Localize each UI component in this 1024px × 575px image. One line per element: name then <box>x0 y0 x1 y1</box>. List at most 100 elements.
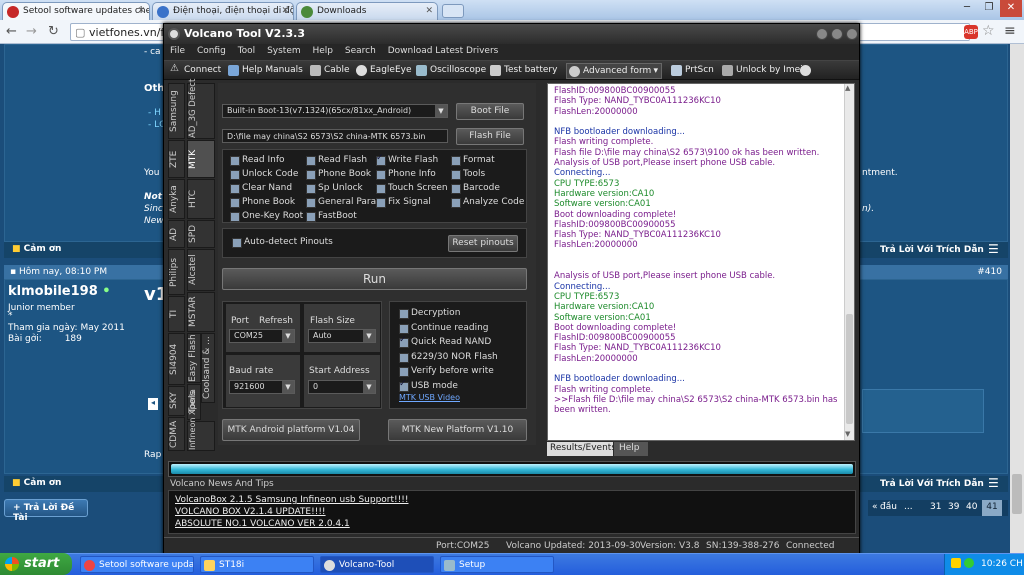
tab-philips[interactable]: Philips <box>168 249 185 295</box>
checkbox-read-info[interactable]: Read Info <box>230 155 285 166</box>
reply-quote-button[interactable]: Trả Lời Với Trích Dẫn <box>880 479 984 489</box>
thanks-button[interactable]: ■ Cảm ơn <box>12 478 61 488</box>
checkbox-read-flash[interactable]: Read Flash <box>306 155 367 166</box>
news-link[interactable]: VolcanoBox 2.1.5 Samsung Infineon usb Su… <box>169 494 855 506</box>
tab-coolsand[interactable]: Coolsand & ... <box>201 333 215 403</box>
menu-help[interactable]: Help <box>313 46 334 56</box>
mtk-usb-video-link[interactable]: MTK USB Video <box>399 393 460 402</box>
checkbox-general-para[interactable]: General Para. <box>306 197 379 208</box>
checkbox-barcode[interactable]: Barcode <box>451 183 500 194</box>
tab-results-events[interactable]: Results/Events <box>547 442 616 456</box>
browser-tab-dienthoai[interactable]: Điện thoại, điện thoại di động ✕ <box>152 2 294 20</box>
task-setup[interactable]: Setup <box>440 556 554 573</box>
tab-mstar[interactable]: MSTAR <box>187 292 215 332</box>
test-battery-button[interactable]: Test battery <box>488 63 560 79</box>
checkbox-format[interactable]: Format <box>451 155 495 166</box>
checkbox-analyze-code[interactable]: Analyze Code <box>451 197 524 208</box>
checkbox-fastboot[interactable]: FastBoot <box>306 211 357 222</box>
flash-file-button[interactable]: Flash File <box>456 128 524 145</box>
tab-cdma[interactable]: CDMA <box>168 417 185 451</box>
reload-icon[interactable]: ↻ <box>48 24 59 39</box>
tab-ad[interactable]: AD <box>168 220 185 248</box>
mtk-new-platform-button[interactable]: MTK New Platform V1.10 <box>388 419 527 441</box>
scroll-up-icon[interactable]: ▲ <box>845 84 850 92</box>
menu-system[interactable]: System <box>267 46 301 56</box>
scroll-thumb[interactable] <box>1012 474 1022 514</box>
results-log[interactable]: FlashID:009800BC00900055 Flash Type: NAND… <box>547 83 855 441</box>
thanks-button[interactable]: ■ Cảm ơn <box>12 244 61 254</box>
boot-file-button[interactable]: Boot File <box>456 103 524 120</box>
connect-button[interactable]: ⚠ Connect <box>168 63 224 79</box>
baud-select[interactable]: 921600 ▼ <box>229 380 295 394</box>
log-scrollbar[interactable]: ▲ ▼ <box>844 84 854 440</box>
back-icon[interactable]: ← <box>6 24 17 39</box>
close-icon[interactable]: ✕ <box>137 6 145 16</box>
option-quick-read-nand[interactable]: Quick Read NAND <box>399 335 491 348</box>
checkbox-clear-nand[interactable]: Clear Nand <box>230 183 292 194</box>
minimize-icon[interactable] <box>816 28 828 40</box>
checkbox-unlock-code[interactable]: Unlock Code <box>230 169 298 180</box>
settings-button[interactable] <box>800 63 814 79</box>
checkbox-one-key-root[interactable]: One-Key Root <box>230 211 303 222</box>
menu-tool[interactable]: Tool <box>238 46 255 56</box>
option-decryption[interactable]: Decryption <box>399 308 460 319</box>
minimize-icon[interactable]: ─ <box>956 0 978 17</box>
checkbox-sp-unlock[interactable]: Sp Unlock <box>306 183 363 194</box>
browser-tab-setool[interactable]: Setool software updates che ✕ <box>2 2 150 20</box>
tab-ad3g-defect[interactable]: AD_3G Defect <box>187 79 215 139</box>
flash-path-input[interactable]: D:\file may china\S2 6573\S2 china-MTK 6… <box>222 129 448 143</box>
close-icon[interactable] <box>846 28 858 40</box>
port-select[interactable]: COM25 ▼ <box>229 329 295 343</box>
multi-quote-icon[interactable]: ☰ <box>988 242 999 256</box>
checkbox-phone-info[interactable]: Phone Info <box>376 169 436 180</box>
star-icon[interactable]: ☆ <box>982 23 995 39</box>
username[interactable]: klmobile198 • <box>8 284 111 299</box>
menu-download-drivers[interactable]: Download Latest Drivers <box>388 46 499 56</box>
tab-zte[interactable]: ZTE <box>168 140 185 178</box>
restore-icon[interactable]: ❐ <box>978 0 1000 17</box>
multi-quote-icon[interactable]: ☰ <box>988 476 999 490</box>
page-scrollbar[interactable] <box>1010 44 1024 553</box>
auto-detect-checkbox[interactable]: Auto-detect Pinouts <box>232 237 333 248</box>
abp-icon[interactable]: ABP <box>964 25 978 39</box>
option-usb-mode[interactable]: USB mode <box>399 379 458 392</box>
menu-config[interactable]: Config <box>197 46 226 56</box>
tab-sky[interactable]: SKY <box>168 386 185 416</box>
new-tab-button[interactable] <box>442 4 464 18</box>
tab-infineon-xperia[interactable]: Infineon Xperia <box>187 389 215 451</box>
close-icon[interactable]: ✕ <box>425 6 433 16</box>
scroll-left-icon[interactable]: ◂ <box>148 398 158 410</box>
tab-htc[interactable]: HTC <box>187 179 215 219</box>
tab-alcatel[interactable]: Alcatel <box>187 249 215 291</box>
close-window-icon[interactable]: ✕ <box>1000 0 1022 17</box>
forward-icon[interactable]: → <box>26 24 37 39</box>
flash-size-select[interactable]: Auto ▼ <box>308 329 376 343</box>
option-verify-before-write[interactable]: Verify before write <box>399 366 494 377</box>
checkbox-tools[interactable]: Tools <box>451 169 485 180</box>
prev-page-icon[interactable]: « <box>872 502 878 512</box>
menu-search[interactable]: Search <box>345 46 376 56</box>
prtscn-button[interactable]: PrtScn <box>669 63 717 79</box>
tray-app-icon[interactable] <box>951 558 961 568</box>
advanced-form-button[interactable]: Advanced form ▾ <box>566 63 662 79</box>
checkbox-fix-signal[interactable]: Fix Signal <box>376 197 431 208</box>
option-6229-30-nor-flash[interactable]: 6229/30 NOR Flash <box>399 352 498 363</box>
unlock-imei-button[interactable]: Unlock by Imei <box>720 63 806 79</box>
tab-ti[interactable]: TI <box>168 296 185 332</box>
start-button[interactable]: start <box>0 553 72 575</box>
boot-select[interactable]: Built-in Boot-13(v7.1324)(65cx/81xx_Andr… <box>222 104 448 118</box>
tab-samsung[interactable]: Samsung <box>168 83 185 139</box>
log-scroll-thumb[interactable] <box>846 314 853 424</box>
tab-help[interactable]: Help <box>614 442 648 456</box>
task-chrome[interactable]: Setool software upda... <box>80 556 194 573</box>
reset-pinouts-button[interactable]: Reset pinouts <box>448 235 518 252</box>
run-button[interactable]: Run <box>222 268 527 290</box>
task-volcano[interactable]: Volcano-Tool <box>320 556 434 573</box>
menu-icon[interactable]: ≡ <box>1004 23 1016 39</box>
scroll-down-icon[interactable]: ▼ <box>845 430 850 438</box>
reply-quote-button[interactable]: Trả Lời Với Trích Dẫn <box>880 245 984 255</box>
mtk-android-platform-button[interactable]: MTK Android platform V1.04 <box>222 419 360 441</box>
checkbox-write-flash[interactable]: Write Flash <box>376 153 438 166</box>
tab-spd[interactable]: SPD <box>187 220 215 248</box>
oscilloscope-button[interactable]: Oscilloscope <box>414 63 489 79</box>
